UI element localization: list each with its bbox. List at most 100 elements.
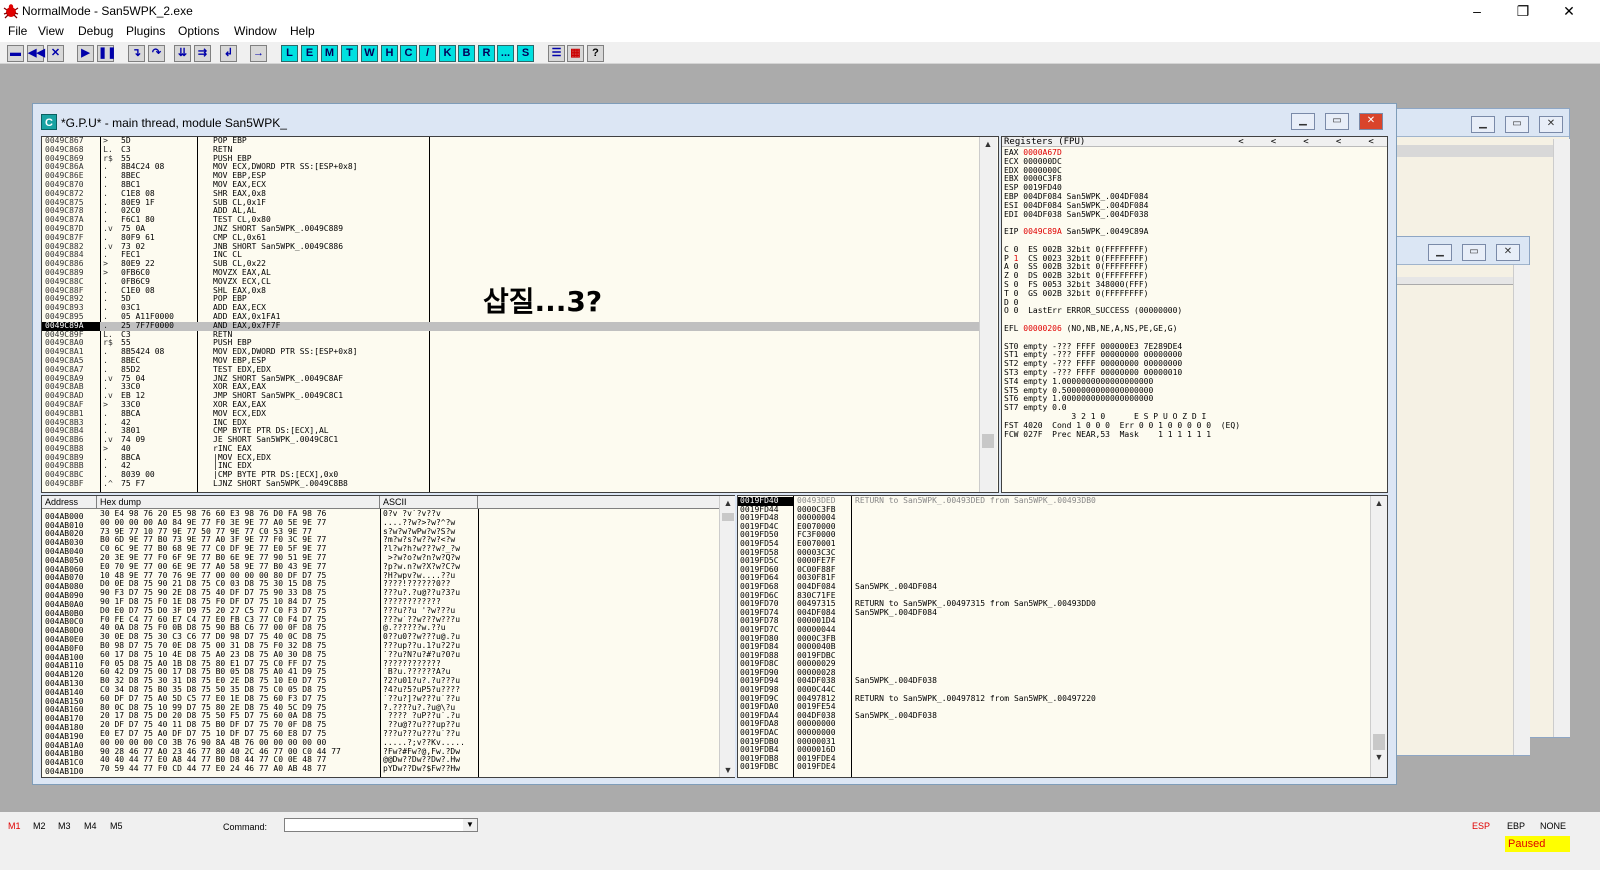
- go-to-icon[interactable]: →: [250, 45, 267, 62]
- dump-row[interactable]: 004AB110 F0 05 D8 75 A0 1B D8 75 80 E1 D7…: [45, 660, 478, 671]
- bg2-maximize-icon[interactable]: ▭: [1462, 244, 1486, 261]
- stack-pane[interactable]: 0019FD40 00493DED RETURN to San5WPK_.00493…: [737, 495, 1388, 778]
- stack-row[interactable]: 0019FD58 00003C3C: [738, 548, 1096, 558]
- stack-row[interactable]: 0019FD44 0000C3FB: [738, 505, 1096, 515]
- dump-row[interactable]: 004AB170 20 17 D8 75 D0 20 D8 75 50 F5 D7…: [45, 712, 478, 723]
- dump-row[interactable]: 004AB120 60 42 D9 75 00 17 D8 75 B0 05 D8…: [45, 668, 478, 679]
- modules-button[interactable]: E: [301, 45, 318, 62]
- disasm-row[interactable]: 0049C87D .v 75 0A JNZ SHORT San5WPK_.0049C8…: [42, 224, 998, 234]
- stack-row[interactable]: 0019FD54 E0070001: [738, 539, 1096, 549]
- disasm-row[interactable]: 0049C884. FEC1 INC CL: [42, 251, 998, 260]
- dump-row[interactable]: 004AB180 20 DF D7 75 40 11 D8 75 B0 DF D7…: [45, 721, 478, 732]
- dump-row[interactable]: 004AB0D0 40 0A D8 75 F0 0B D8 75 90 B8 C6…: [45, 624, 478, 635]
- disasm-row[interactable]: 0049C87F. 80F9 61 CMP CL,0x61: [42, 233, 998, 243]
- register-nav-arrows[interactable]: < < < < <: [1238, 137, 1373, 147]
- stack-row[interactable]: 0019FD78 000001D4: [738, 617, 1096, 626]
- dump-row[interactable]: 004AB000 30 E4 98 76 20 E5 98 76 60 E3 98…: [45, 510, 478, 521]
- cpu-close-icon[interactable]: ✕: [1359, 113, 1383, 130]
- menu-file[interactable]: File: [4, 24, 31, 38]
- disasm-row[interactable]: 0049C8AD .v EB 12 JMP SHORT San5WPK_.0049C8…: [42, 391, 998, 401]
- grid-icon[interactable]: ▦: [567, 45, 584, 62]
- stack-row[interactable]: 0019FD80 0000C3FB: [738, 634, 1096, 644]
- dump-row[interactable]: 004AB0E0 30 0E D8 75 30 C3 C6 77 D0 98 D7…: [45, 633, 478, 644]
- memory-map-button[interactable]: M: [321, 45, 338, 62]
- dump-scroll-up-icon[interactable]: ▲: [720, 496, 736, 510]
- dump-scroll-thumb[interactable]: [722, 513, 734, 521]
- disasm-row[interactable]: 0049C878. 02C0 ADD AL,AL: [42, 207, 998, 216]
- disasm-row[interactable]: 0049C8A9 .v 75 04 JNZ SHORT San5WPK_.0049C8…: [42, 374, 998, 384]
- mtab-m4[interactable]: M4: [84, 821, 97, 831]
- disasm-row[interactable]: 0049C8BB. 42 |INC EDX: [42, 462, 998, 471]
- dump-row[interactable]: 004AB090 90 F3 D7 75 90 2E D8 75 40 DF D7…: [45, 589, 478, 600]
- disasm-row[interactable]: 0049C882 .v 73 02 JNB SHORT San5WPK_.0049C8…: [42, 242, 998, 252]
- call-stack-button[interactable]: K: [439, 45, 456, 62]
- menu-plugins[interactable]: Plugins: [122, 24, 169, 38]
- dump-row[interactable]: 004AB1A0 00 00 00 00 C0 3B 76 90 8A 4B 76…: [45, 739, 478, 750]
- dump-row[interactable]: 004AB0A0 90 1F D8 75 F0 1E D8 75 F0 DF D7…: [45, 598, 478, 609]
- disasm-row[interactable]: 0049C8B9. 8BCA |MOV ECX,EDX: [42, 453, 998, 463]
- stack-row[interactable]: 0019FDBC 0019FDE4: [738, 763, 1096, 772]
- stack-row[interactable]: 0019FD84 0000040B: [738, 642, 1096, 652]
- bg2-scrollbar[interactable]: [1513, 265, 1530, 755]
- disasm-scrollbar[interactable]: ▲: [979, 137, 997, 492]
- disasm-row[interactable]: 0049C8A7. 85D2 TEST EDX,EDX: [42, 365, 998, 375]
- bg1-minimize-icon[interactable]: ▁: [1471, 116, 1495, 133]
- bg2-minimize-icon[interactable]: ▁: [1428, 244, 1452, 261]
- disasm-row[interactable]: 0049C8B3. 42 INC EDX: [42, 418, 998, 428]
- bg1-maximize-icon[interactable]: ▭: [1505, 116, 1529, 133]
- stack-row[interactable]: 0019FDA8 00000000: [738, 720, 1096, 729]
- dump-row[interactable]: 004AB130 B0 32 D8 75 30 31 D8 75 E0 2E D8…: [45, 677, 478, 688]
- disasm-row[interactable]: 0049C870. 8BC1 MOV EAX,ECX: [42, 180, 998, 190]
- disasm-row[interactable]: 0049C86E. 8BEC MOV EBP,ESP: [42, 171, 998, 181]
- references-button[interactable]: R: [478, 45, 495, 62]
- stack-row[interactable]: 0019FD48 00000004: [738, 513, 1096, 523]
- register-line[interactable]: FCW 027F Prec NEAR,53 Mask 1 1 1 1 1 1: [1004, 430, 1240, 440]
- menu-options[interactable]: Options: [174, 24, 223, 38]
- menu-window[interactable]: Window: [230, 24, 281, 38]
- dump-row[interactable]: 004AB030 B0 6D 9E 77 B0 73 9E 77 A0 3F 9E…: [45, 536, 478, 547]
- disasm-row[interactable]: 0049C86A. 8B4C24 08 MOV ECX,DWORD PTR SS:…: [42, 163, 998, 172]
- run-icon[interactable]: ▶: [77, 45, 94, 62]
- step-over-icon[interactable]: ↷: [148, 45, 165, 62]
- patches-button[interactable]: /: [419, 45, 436, 62]
- execute-till-return-icon[interactable]: ↲: [220, 45, 237, 62]
- dump-row[interactable]: 004AB040 C0 6C 9E 77 B0 68 9E 77 C0 DF 9E…: [45, 545, 478, 556]
- disasm-row[interactable]: 0049C886 > 80E9 22 SUB CL,0x22: [42, 259, 998, 269]
- dump-row[interactable]: 004AB150 60 DF D7 75 A0 5D C5 77 E0 1E D8…: [45, 695, 478, 706]
- log-window-button[interactable]: L: [281, 45, 298, 62]
- cpu-minimize-icon[interactable]: ▁: [1291, 113, 1315, 130]
- dump-row[interactable]: 004AB100 60 17 D8 75 10 4E D8 75 A0 23 D8…: [45, 651, 478, 662]
- stack-row[interactable]: 0019FD8C 00000029: [738, 659, 1096, 669]
- disasm-row[interactable]: 0049C869 r$ 55 PUSH EBP: [42, 154, 998, 164]
- disasm-row[interactable]: 0049C8A1. 8B5424 08 MOV EDX,DWORD PTR SS:…: [42, 347, 998, 357]
- dump-row[interactable]: 004AB020 73 9E 77 10 77 9E 77 50 77 9E 77…: [45, 528, 478, 539]
- stack-scroll-up-icon[interactable]: ▲: [1371, 496, 1387, 510]
- dump-row[interactable]: 004AB140 C0 34 D8 75 B0 35 D8 75 50 35 D8…: [45, 686, 478, 697]
- run-trace-button[interactable]: ...: [497, 45, 514, 62]
- menu-help[interactable]: Help: [286, 24, 319, 38]
- bg1-scrollbar[interactable]: [1553, 139, 1570, 737]
- cpu-window[interactable]: C *G.P.U* - main thread, module San5WPK_…: [32, 103, 1397, 785]
- dump-row[interactable]: 004AB050 20 3E 9E 77 F0 6F 9E 77 B0 6E 9E…: [45, 554, 478, 565]
- registers-list[interactable]: EAX 0000A67D ECX 000000DC EDX 0000000C EBX …: [1004, 148, 1240, 440]
- disasm-row[interactable]: 0049C8BF .^ 75 F7 LJNZ SHORT San5WPK_.0049C…: [42, 479, 998, 489]
- disasm-row[interactable]: 0049C8BC. 8039 00 |CMP BYTE PTR DS:[ECX],…: [42, 470, 998, 480]
- dump-row[interactable]: 004AB0F0 B0 98 D7 75 70 0E D8 75 00 31 D8…: [45, 642, 478, 653]
- disasm-scroll-thumb[interactable]: [982, 434, 994, 448]
- disasm-row[interactable]: 0049C8AB. 33C0 XOR EAX,EAX: [42, 383, 998, 392]
- help-icon[interactable]: ?: [587, 45, 604, 62]
- stack-row[interactable]: 0019FDB4 0000016D: [738, 745, 1096, 755]
- stack-row[interactable]: 0019FD40 00493DED RETURN to San5WPK_.00493…: [738, 496, 1096, 506]
- disasm-row[interactable]: 0049C889 > 0FB6C0 MOVZX EAX,AL: [42, 268, 998, 278]
- stack-row[interactable]: 0019FDB8 0019FDE4: [738, 754, 1096, 764]
- disasm-row[interactable]: 0049C8A5. 8BEC MOV EBP,ESP: [42, 356, 998, 366]
- dump-scrollbar[interactable]: ▲ ▼: [719, 496, 735, 777]
- stack-scrollbar[interactable]: ▲ ▼: [1370, 496, 1387, 777]
- disasm-row[interactable]: 0049C867 > 5D POP EBP: [42, 137, 998, 146]
- dump-row[interactable]: 004AB190 E0 E7 D7 75 A0 DF D7 75 10 DF D7…: [45, 730, 478, 741]
- pause-icon[interactable]: ❚❚: [97, 45, 116, 62]
- disasm-row[interactable]: 0049C8AF > 33C0 XOR EAX,EAX: [42, 400, 998, 410]
- handles-button[interactable]: H: [381, 45, 398, 62]
- disasm-row[interactable]: 0049C89F L. C3 RETN: [42, 330, 998, 340]
- stack-row[interactable]: 0019FD5C 0000FE7F: [738, 556, 1096, 566]
